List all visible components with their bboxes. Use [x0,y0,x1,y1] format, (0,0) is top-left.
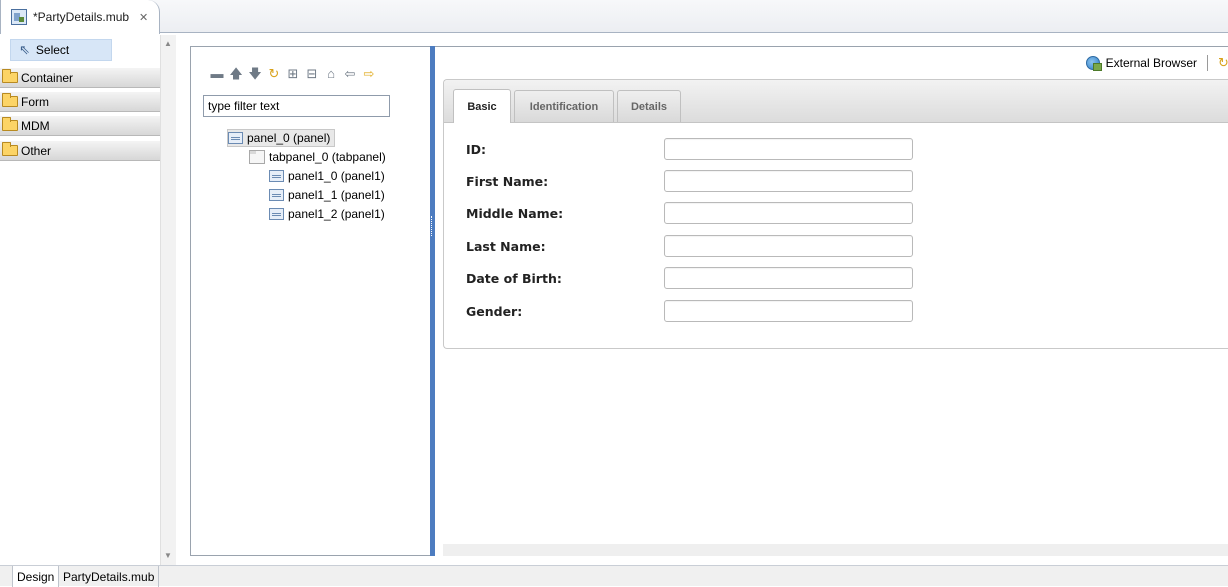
move-down-icon[interactable]: 🡇 [247,66,263,82]
tree-item-panel1-1[interactable]: panel1_1 (panel1) [269,186,385,204]
form-row-middle-name: Middle Name: [466,202,913,224]
field-label: Middle Name: [466,205,564,221]
move-up-icon[interactable]: 🡅 [228,66,244,82]
palette-drawer-label: Other [21,143,52,158]
panel-icon [228,132,243,144]
refresh-icon[interactable]: ↻ [1218,55,1228,71]
preview-panel: External Browser ↻ Basic Identification … [435,46,1228,556]
editor-tab-title: *PartyDetails.mub [33,10,130,24]
editor-tab-partydetails[interactable]: *PartyDetails.mub ✕ [0,0,160,34]
scroll-down-icon[interactable]: ▼ [164,551,172,560]
tab-design[interactable]: Design [12,566,60,587]
field-label: Date of Birth: [466,270,562,286]
last-name-input[interactable] [664,235,913,257]
form-row-first-name: First Name: [466,170,913,192]
gender-input[interactable] [664,300,913,322]
form-tab-bar: Basic Identification Details [444,80,1228,123]
middle-name-input[interactable] [664,202,913,224]
tab-label: Identification [529,100,599,113]
palette-drawer-form[interactable]: Form [0,92,160,112]
home-icon[interactable]: ⌂ [323,66,339,82]
palette-drawer-label: Form [21,94,49,109]
folder-icon [2,117,18,131]
tree-item-panel1-0[interactable]: panel1_0 (panel1) [269,167,385,185]
panel-icon [269,170,284,182]
collapse-all-icon[interactable]: ⊟ [304,66,320,82]
folder-icon [2,93,18,107]
forward-icon[interactable]: ⇨ [361,66,377,82]
bottom-tab-label: PartyDetails.mub [63,569,155,584]
palette: ⇖ Select Container Form MDM Other ▲ ▼ [0,35,176,565]
tree-item-label: panel1_2 (panel1) [288,207,385,221]
tabpanel-icon [249,150,265,164]
palette-drawer-container[interactable]: Container [0,68,160,88]
tab-basic[interactable]: Basic [453,89,511,123]
folder-icon [2,69,18,83]
splitter-grip [431,216,434,236]
preview-toolbar: External Browser ↻ [1085,55,1228,71]
palette-drawer-other[interactable]: Other [0,141,160,161]
palette-drawer-mdm[interactable]: MDM [0,116,160,136]
panel-icon [269,208,284,220]
field-label: Gender: [466,303,523,319]
filter-input[interactable] [203,95,390,117]
toolbar-separator [1207,55,1208,71]
form-row-gender: Gender: [466,300,913,322]
collapse-icon[interactable]: ▬ [209,66,225,82]
first-name-input[interactable] [664,170,913,192]
form-row-id: ID: [466,138,913,160]
tab-label: Details [630,100,668,113]
panel-icon [269,189,284,201]
scroll-up-icon[interactable]: ▲ [164,39,172,48]
editor-tab-strip: *PartyDetails.mub ✕ [0,0,1228,34]
bottom-tab-bar: Design PartyDetails.mub [0,565,1228,587]
palette-drawer-label: Container [21,70,74,85]
bottom-tab-label: Design [17,569,55,584]
tree-item-label: panel_0 (panel) [247,131,331,145]
outline-toolbar: ▬ 🡅 🡇 ↻ ⊞ ⊟ ⌂ ⇦ ⇨ [209,65,377,83]
palette-scrollbar[interactable]: ▲ ▼ [160,35,176,565]
form-row-last-name: Last Name: [466,235,913,257]
cursor-arrow-icon: ⇖ [19,42,30,57]
folder-icon [2,142,18,156]
refresh-icon[interactable]: ↻ [266,66,282,82]
form-row-date-of-birth: Date of Birth: [466,267,913,289]
tree-item-label: tabpanel_0 (tabpanel) [269,150,386,164]
back-icon[interactable]: ⇦ [342,66,358,82]
external-browser-button[interactable]: External Browser [1106,56,1197,70]
palette-drawer-label: MDM [21,118,50,133]
mub-file-icon [11,9,27,25]
tab-label: Basic [467,100,497,113]
palette-select-tool[interactable]: ⇖ Select [10,39,112,61]
field-label: First Name: [466,173,549,189]
tab-partydetails-source[interactable]: PartyDetails.mub [59,566,160,587]
preview-bottom-bar [443,544,1228,556]
tree-item-panel-0[interactable]: panel_0 (panel) [227,129,336,147]
date-of-birth-input[interactable] [664,267,913,289]
rendered-form-frame: Basic Identification Details ID: First N… [443,79,1228,349]
field-label: ID: [466,141,487,157]
close-icon[interactable]: ✕ [139,11,148,24]
palette-select-label: Select [35,43,70,57]
outline-panel: ▬ 🡅 🡇 ↻ ⊞ ⊟ ⌂ ⇦ ⇨ panel_0 (panel) tabpan… [190,46,430,556]
id-input[interactable] [664,138,913,160]
expand-all-icon[interactable]: ⊞ [285,66,301,82]
tree-item-panel1-2[interactable]: panel1_2 (panel1) [269,205,385,223]
tree-item-label: panel1_0 (panel1) [288,169,385,183]
tab-details[interactable]: Details [617,90,681,122]
external-browser-icon [1085,56,1102,71]
tree-item-tabpanel-0[interactable]: tabpanel_0 (tabpanel) [249,148,386,166]
field-label: Last Name: [466,238,546,254]
tab-identification[interactable]: Identification [514,90,614,122]
tree-item-label: panel1_1 (panel1) [288,188,385,202]
